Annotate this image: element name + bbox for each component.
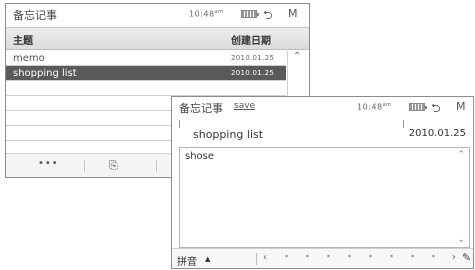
scroll-up-icon[interactable]: ⌃ (293, 51, 301, 62)
list-item-name: memo (13, 53, 45, 64)
scroll-up-icon[interactable]: ⌃ (457, 150, 465, 160)
status-bar: 备忘记事 save 10:48am ⮌ M (172, 97, 473, 118)
menu-icon[interactable]: M (288, 7, 298, 20)
list-item-selected[interactable]: shopping list 2010.01.25 (6, 66, 286, 81)
menu-icon[interactable]: M (456, 100, 466, 113)
scroll-down-icon[interactable]: ⌄ (457, 235, 465, 245)
back-icon[interactable]: ⮌ (263, 6, 273, 27)
list-item[interactable] (6, 81, 286, 96)
clock: 10:48am (189, 9, 224, 19)
note-title[interactable]: shopping list (193, 128, 263, 141)
list-header: 主题 创建日期 (6, 27, 309, 50)
ime-selector[interactable]: 拼音 (177, 253, 197, 268)
divider (403, 120, 404, 128)
divider (256, 253, 257, 265)
clock: 10:48am (357, 102, 392, 112)
back-icon[interactable]: ⮌ (431, 99, 441, 120)
ime-arrow-icon[interactable]: ▲ (205, 255, 210, 263)
list-item-name: shopping list (13, 68, 77, 79)
battery-icon (241, 10, 259, 18)
note-header: shopping list 2010.01.25 (179, 120, 470, 146)
export-icon[interactable]: ⎘ (109, 159, 118, 173)
toolbar-divider (84, 160, 85, 172)
divider (179, 120, 180, 128)
input-method-bar: 拼音 ▲ ‹ › ✎ (172, 248, 473, 268)
more-button[interactable]: ••• (38, 158, 59, 169)
note-date: 2010.01.25 (408, 128, 466, 139)
memo-editor-window: 备忘记事 save 10:48am ⮌ M shopping list 2010… (171, 96, 474, 269)
list-item-date: 2010.01.25 (231, 54, 275, 62)
status-bar: 备忘记事 10:48am ⮌ M (6, 4, 309, 24)
edit-icon[interactable]: ✎ (462, 251, 471, 264)
note-body-textarea[interactable]: shose ⌃ ⌄ (179, 147, 470, 248)
list-item-date: 2010.01.25 (231, 69, 275, 77)
list-item[interactable]: memo 2010.01.25 (6, 51, 286, 66)
toolbar-divider (156, 160, 157, 172)
cursor-position-track[interactable] (276, 253, 446, 259)
note-body-text: shose (185, 151, 215, 162)
cursor-left-icon[interactable]: ‹ (263, 252, 267, 263)
save-button[interactable]: save (234, 101, 255, 111)
battery-icon (409, 103, 427, 111)
cursor-right-icon[interactable]: › (452, 252, 456, 263)
app-title: 备忘记事 (179, 102, 223, 115)
column-header-date[interactable]: 创建日期 (231, 32, 271, 47)
app-title: 备忘记事 (13, 9, 57, 22)
column-header-title[interactable]: 主题 (13, 32, 33, 47)
